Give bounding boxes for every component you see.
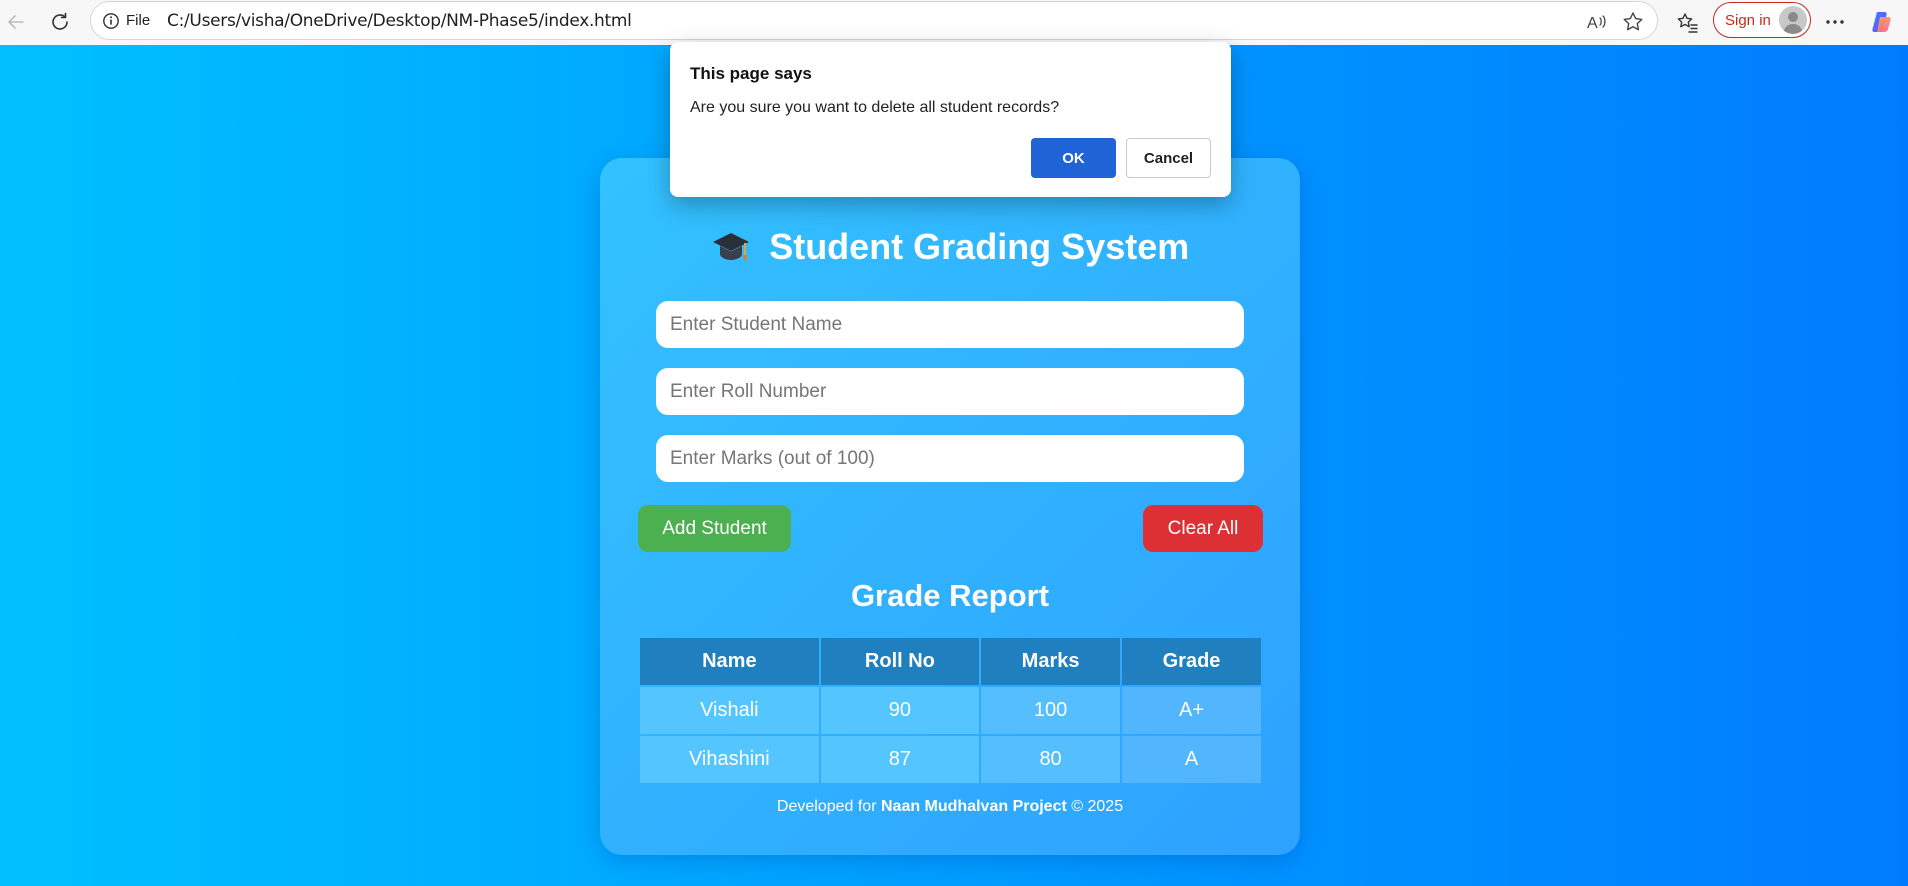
roll-number-input[interactable] bbox=[656, 368, 1244, 415]
column-header-marks: Marks bbox=[981, 638, 1121, 685]
cell-name: Vihashini bbox=[640, 736, 819, 783]
title-row: Student Grading System bbox=[600, 226, 1300, 268]
more-icon[interactable] bbox=[1820, 7, 1850, 37]
column-header-roll: Roll No bbox=[820, 638, 980, 685]
column-header-grade: Grade bbox=[1122, 638, 1261, 685]
cell-grade: A+ bbox=[1122, 687, 1261, 734]
cell-name: Vishali bbox=[640, 687, 819, 734]
footer-project: Naan Mudhalvan Project bbox=[880, 798, 1067, 815]
dialog-message: Are you sure you want to delete all stud… bbox=[690, 99, 1060, 116]
address-bar[interactable]: File C:/Users/visha/OneDrive/Desktop/NM-… bbox=[90, 1, 1658, 40]
cell-marks: 80 bbox=[981, 736, 1121, 783]
footer-copyright: © 2025 bbox=[1071, 798, 1124, 815]
table-row: Vishali 90 100 A+ bbox=[640, 687, 1261, 734]
file-label: File bbox=[126, 12, 151, 29]
student-name-input[interactable] bbox=[656, 301, 1244, 348]
dialog-cancel-button[interactable]: Cancel bbox=[1126, 138, 1211, 178]
favorites-icon[interactable] bbox=[1672, 7, 1702, 37]
page-title: Student Grading System bbox=[769, 226, 1190, 267]
dialog-title: This page says bbox=[690, 64, 812, 83]
add-student-button[interactable]: Add Student bbox=[638, 505, 791, 552]
sign-in-label: Sign in bbox=[1725, 12, 1771, 29]
column-header-name: Name bbox=[640, 638, 819, 685]
reload-icon[interactable] bbox=[44, 6, 76, 38]
cell-roll: 87 bbox=[820, 736, 980, 783]
grade-report-heading: Grade Report bbox=[850, 578, 1050, 613]
svg-text:A: A bbox=[1587, 15, 1598, 32]
url-text[interactable]: C:/Users/visha/OneDrive/Desktop/NM-Phase… bbox=[167, 11, 632, 31]
info-icon[interactable] bbox=[102, 12, 120, 30]
sign-in-button[interactable]: Sign in bbox=[1713, 2, 1811, 38]
marks-input[interactable] bbox=[656, 435, 1244, 482]
dialog-ok-button[interactable]: OK bbox=[1031, 138, 1116, 178]
cell-roll: 90 bbox=[820, 687, 980, 734]
graduation-cap-icon bbox=[711, 230, 751, 264]
cell-marks: 100 bbox=[981, 687, 1121, 734]
table-row: Vihashini 87 80 A bbox=[640, 736, 1261, 783]
app-card: Student Grading System Add Student Clear… bbox=[600, 158, 1300, 855]
profile-avatar-icon bbox=[1779, 6, 1807, 34]
cell-grade: A bbox=[1122, 736, 1261, 783]
clear-all-button[interactable]: Clear All bbox=[1143, 505, 1263, 552]
confirm-dialog: This page says Are you sure you want to … bbox=[670, 42, 1231, 197]
favorite-star-icon[interactable] bbox=[1621, 10, 1645, 34]
copilot-icon[interactable] bbox=[1866, 7, 1896, 37]
read-aloud-icon[interactable]: A bbox=[1585, 10, 1609, 34]
footer-prefix: Developed for bbox=[776, 798, 877, 815]
grade-table: Name Roll No Marks Grade Vishali 90 100 … bbox=[638, 636, 1263, 785]
browser-toolbar: File C:/Users/visha/OneDrive/Desktop/NM-… bbox=[0, 0, 1908, 45]
footer: Developed for Naan Mudhalvan Project © 2… bbox=[600, 798, 1300, 816]
back-icon[interactable] bbox=[0, 6, 32, 38]
table-header-row: Name Roll No Marks Grade bbox=[640, 638, 1261, 685]
